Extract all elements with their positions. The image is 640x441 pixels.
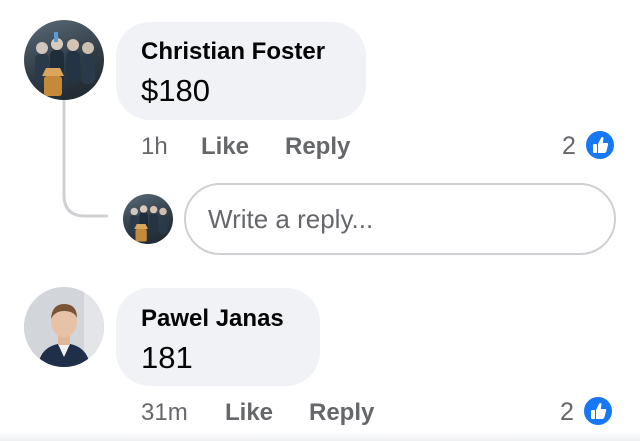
like-button[interactable]: Like (201, 133, 249, 161)
reply-button[interactable]: Reply (285, 133, 350, 161)
reaction-count[interactable]: 2 (560, 398, 574, 427)
avatar[interactable] (24, 287, 104, 367)
team-photo-icon (129, 205, 168, 242)
comment-author[interactable]: Pawel Janas (141, 305, 284, 333)
reaction-count[interactable]: 2 (562, 132, 576, 161)
thread-connector-line (62, 100, 108, 218)
bottom-divider (0, 432, 640, 441)
profile-photo-icon (24, 287, 104, 367)
comment-text: $180 (141, 73, 210, 108)
thumbs-up-icon[interactable] (582, 395, 614, 427)
comment-author[interactable]: Christian Foster (141, 38, 325, 66)
comment-timestamp[interactable]: 1h (141, 133, 168, 161)
reply-button[interactable]: Reply (309, 399, 374, 427)
thumbs-up-icon[interactable] (584, 129, 616, 161)
avatar[interactable] (123, 194, 173, 244)
comment-text: 181 (141, 340, 193, 375)
comment-timestamp[interactable]: 31m (141, 399, 188, 427)
team-photo-icon (35, 32, 95, 96)
like-button[interactable]: Like (225, 399, 273, 427)
reply-input[interactable] (184, 183, 616, 255)
avatar[interactable] (24, 20, 104, 100)
